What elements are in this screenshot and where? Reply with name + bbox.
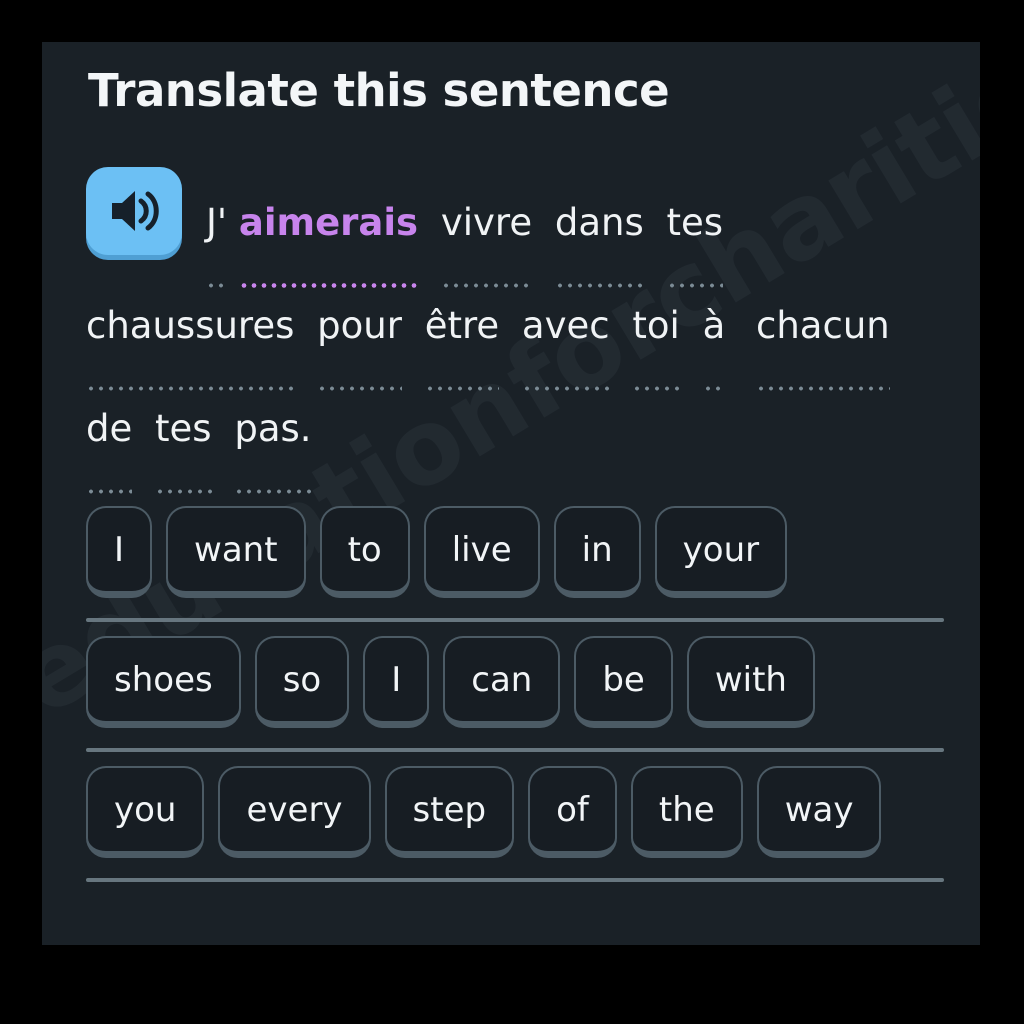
word-bank-row-separator bbox=[86, 878, 944, 882]
sentence-word[interactable]: toi bbox=[632, 274, 681, 391]
sentence-word-label: à bbox=[702, 304, 726, 347]
sentence-word-label: chaussures bbox=[86, 304, 295, 347]
sentence-word[interactable]: J' bbox=[206, 171, 228, 288]
word-tile[interactable]: shoes bbox=[86, 636, 241, 728]
sentence-word-label: pour bbox=[317, 304, 402, 347]
word-tile[interactable]: the bbox=[630, 766, 743, 858]
exercise-panel: educationforcharities.com Translate this… bbox=[42, 42, 980, 945]
word-tile[interactable]: in bbox=[553, 506, 641, 598]
word-tile[interactable]: I bbox=[363, 636, 430, 728]
sentence-word-label: tes bbox=[155, 407, 212, 450]
word-tile[interactable]: step bbox=[384, 766, 515, 858]
word-tile[interactable]: I bbox=[86, 506, 153, 598]
sentence-word-label: vivre bbox=[440, 201, 533, 244]
word-bank-row: you every step of the way bbox=[86, 766, 944, 870]
sentence-word[interactable]: pour bbox=[317, 274, 402, 391]
word-tile[interactable]: want bbox=[166, 506, 306, 598]
sentence-word-label: toi bbox=[632, 304, 680, 347]
sentence-word-label: de bbox=[86, 407, 133, 450]
word-tile[interactable]: can bbox=[443, 636, 561, 728]
speaker-glyph bbox=[112, 191, 159, 231]
sentence-flow: J' aimerais vivre dans tes chaussures po… bbox=[86, 167, 936, 494]
sentence-word-label: dans bbox=[554, 201, 644, 244]
sentence-word-label: aimerais bbox=[238, 201, 419, 244]
sentence-word-label: avec bbox=[521, 304, 610, 347]
sentence-word[interactable]: à bbox=[702, 274, 726, 391]
speaker-icon[interactable] bbox=[86, 167, 182, 255]
sentence-word[interactable]: pas. bbox=[234, 377, 312, 494]
sentence-word[interactable]: être bbox=[424, 274, 500, 391]
word-tile[interactable]: you bbox=[86, 766, 205, 858]
prompt-sentence-area: J' aimerais vivre dans tes chaussures po… bbox=[86, 167, 936, 494]
word-tile[interactable]: of bbox=[528, 766, 617, 858]
word-tile[interactable]: way bbox=[756, 766, 882, 858]
sentence-word[interactable]: chaussures bbox=[86, 274, 295, 391]
word-tile[interactable]: every bbox=[218, 766, 371, 858]
sentence-word[interactable]: dans bbox=[554, 171, 644, 288]
word-tile[interactable]: be bbox=[574, 636, 673, 728]
sentence-word-label: être bbox=[424, 304, 500, 347]
sentence-word[interactable]: aimerais bbox=[238, 171, 419, 288]
word-tile[interactable]: live bbox=[423, 506, 540, 598]
sentence-word-label: tes bbox=[666, 201, 724, 244]
sentence-word-label: chacun bbox=[756, 304, 890, 347]
word-tile[interactable]: to bbox=[319, 506, 410, 598]
sentence-word[interactable]: de bbox=[86, 377, 133, 494]
sentence-word-label: J' bbox=[206, 201, 228, 244]
word-tile[interactable]: with bbox=[686, 636, 815, 728]
word-bank-row: shoes so Ican be with bbox=[86, 636, 944, 740]
page-title: Translate this sentence bbox=[88, 64, 670, 117]
sentence-word-label: pas. bbox=[234, 407, 312, 450]
word-bank: Iwant to live in your shoes so Ican be with you eve… bbox=[86, 506, 944, 896]
word-bank-row-separator bbox=[86, 748, 944, 752]
sentence-word[interactable]: vivre bbox=[440, 171, 533, 288]
word-tile[interactable]: your bbox=[654, 506, 788, 598]
word-bank-row-separator bbox=[86, 618, 944, 622]
sentence-word[interactable]: tes bbox=[666, 171, 724, 288]
sentence-word[interactable]: chacun bbox=[756, 274, 890, 391]
sentence-word[interactable]: avec bbox=[521, 274, 610, 391]
sentence-word[interactable]: tes bbox=[155, 377, 212, 494]
word-tile[interactable]: so bbox=[254, 636, 350, 728]
word-bank-row: Iwant to live in your bbox=[86, 506, 944, 610]
